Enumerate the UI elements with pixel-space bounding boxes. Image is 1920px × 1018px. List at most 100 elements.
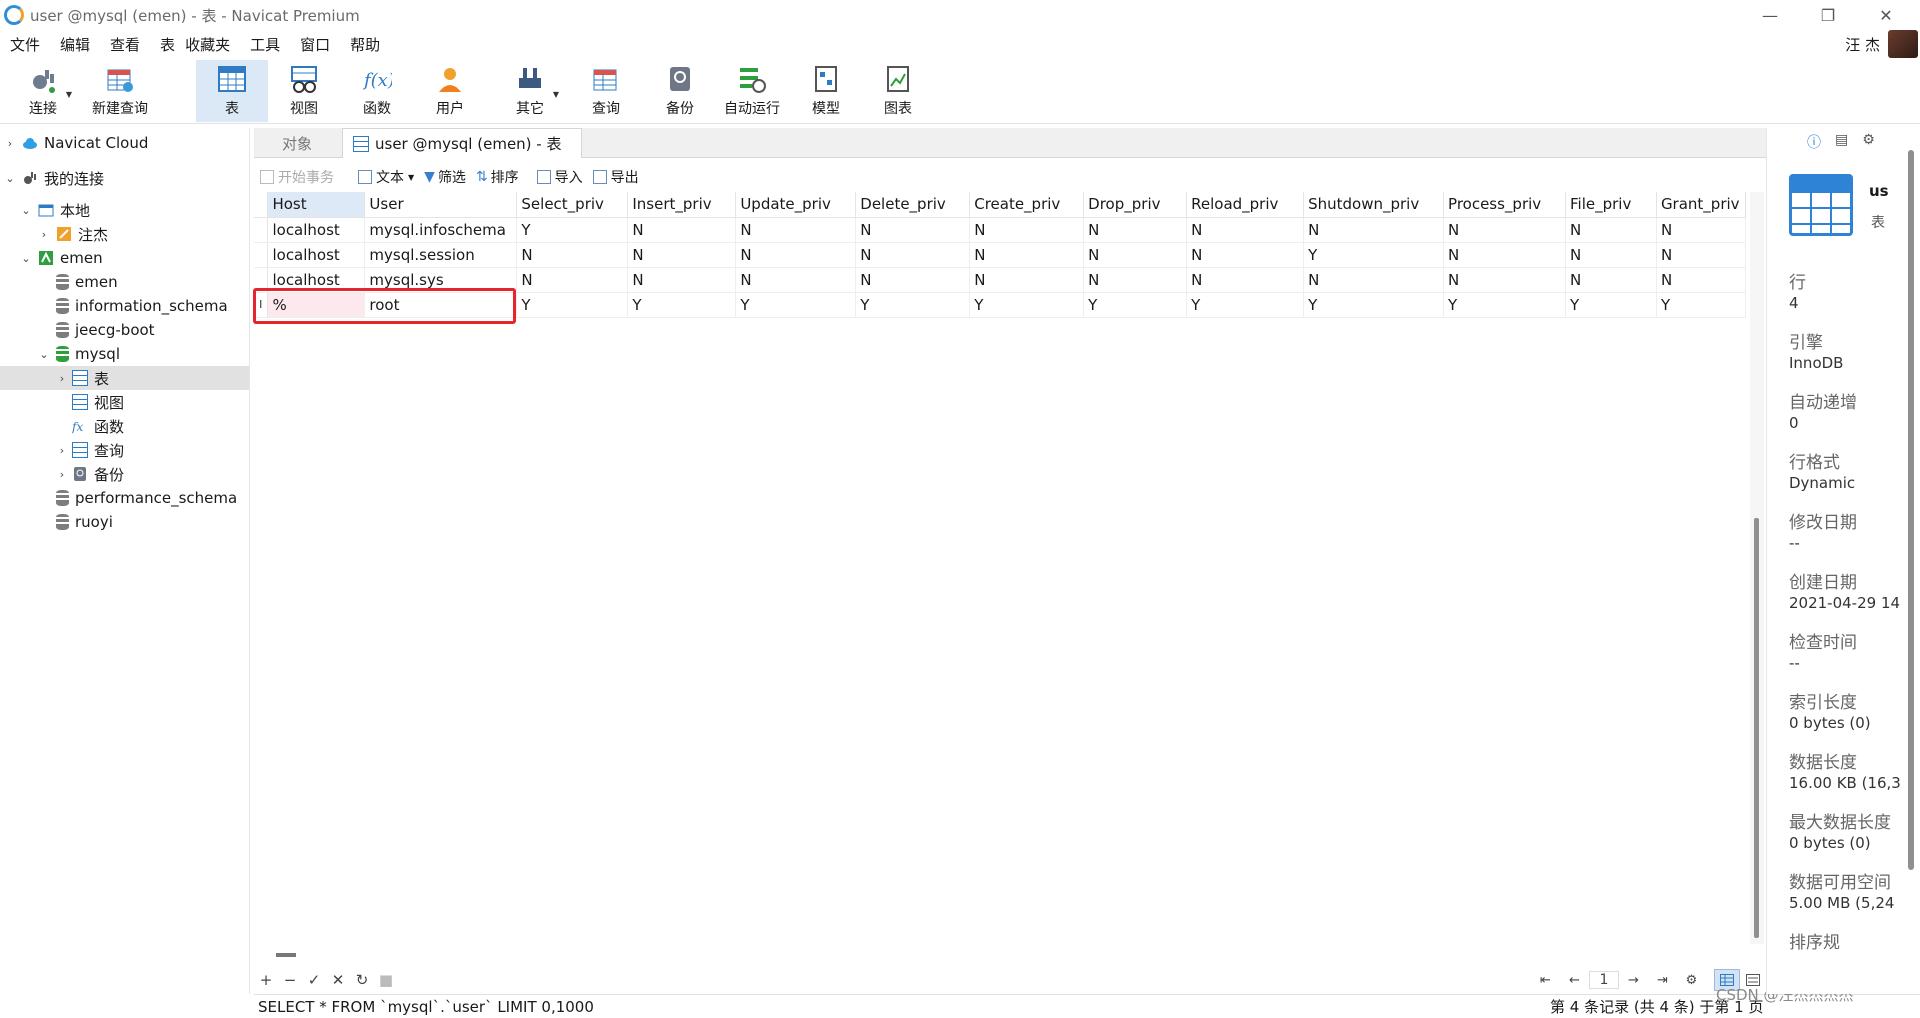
menu-tools[interactable]: 工具	[240, 34, 290, 55]
tab-user-table[interactable]: user @mysql (emen) - 表	[342, 128, 582, 158]
chevron-right-icon[interactable]: ›	[38, 228, 50, 241]
tree-db-emen[interactable]: emen	[56, 270, 118, 294]
cell-select-priv[interactable]: Y	[516, 292, 629, 318]
column-header-drop-priv[interactable]: Drop_priv	[1083, 192, 1188, 218]
delete-record-button[interactable]: −	[278, 971, 302, 989]
cell-shutdown-priv[interactable]: Y	[1303, 292, 1445, 318]
avatar[interactable]	[1888, 30, 1918, 58]
cell-reload-priv[interactable]: N	[1186, 242, 1305, 268]
minimize-button[interactable]: —	[1742, 0, 1798, 30]
cell-update-priv[interactable]: N	[735, 217, 857, 243]
cell-create-priv[interactable]: N	[969, 242, 1085, 268]
tree-db-jeecg-boot[interactable]: jeecg-boot	[56, 318, 155, 342]
chevron-down-icon[interactable]: ⌄	[20, 252, 32, 265]
horizontal-scroll-handle[interactable]	[276, 953, 296, 957]
chevron-right-icon[interactable]: ›	[56, 468, 68, 481]
row-header[interactable]	[254, 242, 269, 268]
tree-db-ruoyi[interactable]: ruoyi	[56, 510, 113, 534]
add-record-button[interactable]: +	[254, 971, 278, 989]
prev-page-button[interactable]: ←	[1560, 973, 1589, 988]
toolbar-connect-button[interactable]: ▼ 连接	[16, 60, 72, 122]
row-header[interactable]	[254, 267, 269, 293]
tree-db-mysql[interactable]: ⌄ mysql	[38, 342, 120, 366]
cell-update-priv[interactable]: Y	[735, 292, 857, 318]
toolbar-new-query-button[interactable]: 新建查询	[88, 60, 152, 122]
cell-host[interactable]: %	[267, 292, 366, 318]
edit-cursor-indicator[interactable]: I	[254, 292, 269, 318]
cell-select-priv[interactable]: N	[516, 267, 629, 293]
tab-objects[interactable]: 对象	[254, 128, 340, 158]
stop-button[interactable]: ■	[374, 971, 398, 989]
toolbar-backup-button[interactable]: 备份	[654, 60, 706, 122]
table-row[interactable]: localhost mysql.infoschema Y N N N N N N…	[254, 217, 1747, 243]
cell-delete-priv[interactable]: N	[855, 242, 971, 268]
cell-delete-priv[interactable]: N	[855, 217, 971, 243]
cell-process-priv[interactable]: Y	[1443, 292, 1566, 318]
cell-delete-priv[interactable]: N	[855, 267, 971, 293]
tree-queries[interactable]: › 查询	[56, 438, 124, 462]
cell-process-priv[interactable]: N	[1443, 267, 1566, 293]
cell-process-priv[interactable]: N	[1443, 217, 1566, 243]
cell-user[interactable]: root	[364, 292, 518, 318]
table-row[interactable]: localhost mysql.sys N N N N N N N N N N …	[254, 267, 1747, 293]
cell-drop-priv[interactable]: N	[1083, 217, 1188, 243]
tree-local[interactable]: ⌄ 本地	[20, 198, 90, 222]
column-header-process-priv[interactable]: Process_priv	[1443, 192, 1566, 218]
menu-file[interactable]: 文件	[0, 34, 50, 55]
menu-edit[interactable]: 编辑	[50, 34, 100, 55]
cell-user[interactable]: mysql.session	[364, 242, 518, 268]
settings-icon[interactable]: ⚙	[1862, 132, 1875, 152]
menu-window[interactable]: 窗口	[290, 34, 340, 55]
cell-grant-priv[interactable]: N	[1656, 217, 1747, 243]
tree-navicat-cloud[interactable]: › Navicat Cloud	[4, 131, 149, 155]
chevron-down-icon[interactable]: ⌄	[38, 348, 50, 361]
chevron-right-icon[interactable]: ›	[4, 137, 16, 150]
cell-delete-priv[interactable]: Y	[855, 292, 971, 318]
gear-icon[interactable]: ⚙	[1677, 973, 1706, 988]
tree-db-information-schema[interactable]: information_schema	[56, 294, 228, 318]
row-header[interactable]	[254, 217, 269, 243]
ddl-icon[interactable]: ▤	[1835, 132, 1848, 152]
table-row[interactable]: I % root Y Y Y Y Y Y Y Y Y Y Y	[254, 292, 1747, 318]
grid-vertical-scrollbar[interactable]	[1750, 192, 1764, 944]
tree-tables[interactable]: › 表	[0, 366, 249, 390]
page-number-input[interactable]: 1	[1589, 971, 1619, 989]
column-header-grant-priv[interactable]: Grant_priv	[1656, 192, 1747, 218]
toolbar-view-button[interactable]: 视图	[278, 60, 330, 122]
menu-favorites[interactable]: 收藏夹	[185, 34, 240, 55]
cell-user[interactable]: mysql.sys	[364, 267, 518, 293]
chevron-down-icon[interactable]: ⌄	[20, 204, 32, 217]
cell-process-priv[interactable]: N	[1443, 242, 1566, 268]
cell-host[interactable]: localhost	[267, 217, 366, 243]
toolbar-model-button[interactable]: 模型	[800, 60, 852, 122]
cell-shutdown-priv[interactable]: N	[1303, 267, 1445, 293]
column-header-user[interactable]: User	[364, 192, 518, 218]
export-button[interactable]: 导出	[592, 167, 639, 187]
cell-file-priv[interactable]: N	[1565, 267, 1657, 293]
restore-button[interactable]: ❐	[1800, 0, 1856, 30]
cell-file-priv[interactable]: N	[1565, 242, 1657, 268]
cell-host[interactable]: localhost	[267, 267, 366, 293]
tree-my-connections[interactable]: ⌄ 我的连接	[4, 166, 104, 190]
cell-file-priv[interactable]: Y	[1565, 292, 1657, 318]
toolbar-table-button[interactable]: 表	[196, 60, 268, 122]
cell-user[interactable]: mysql.infoschema	[364, 217, 518, 243]
toolbar-others-button[interactable]: ▼ 其它	[504, 60, 559, 122]
cell-create-priv[interactable]: N	[969, 217, 1085, 243]
cell-host[interactable]: localhost	[267, 242, 366, 268]
scrollbar-thumb[interactable]	[1754, 518, 1759, 938]
tree-functions[interactable]: fx 函数	[71, 414, 124, 438]
column-header-select-priv[interactable]: Select_priv	[516, 192, 629, 218]
cell-create-priv[interactable]: Y	[969, 292, 1085, 318]
column-header-update-priv[interactable]: Update_priv	[735, 192, 857, 218]
cell-insert-priv[interactable]: N	[627, 242, 737, 268]
chevron-right-icon[interactable]: ›	[56, 372, 68, 385]
menu-view[interactable]: 查看	[100, 34, 150, 55]
chevron-down-icon[interactable]: ⌄	[4, 172, 16, 185]
sort-button[interactable]: ⇅ 排序	[476, 167, 519, 187]
cell-update-priv[interactable]: N	[735, 267, 857, 293]
menu-table[interactable]: 表	[150, 34, 185, 55]
column-header-reload-priv[interactable]: Reload_priv	[1186, 192, 1305, 218]
cell-insert-priv[interactable]: Y	[627, 292, 737, 318]
column-header-shutdown-priv[interactable]: Shutdown_priv	[1303, 192, 1445, 218]
